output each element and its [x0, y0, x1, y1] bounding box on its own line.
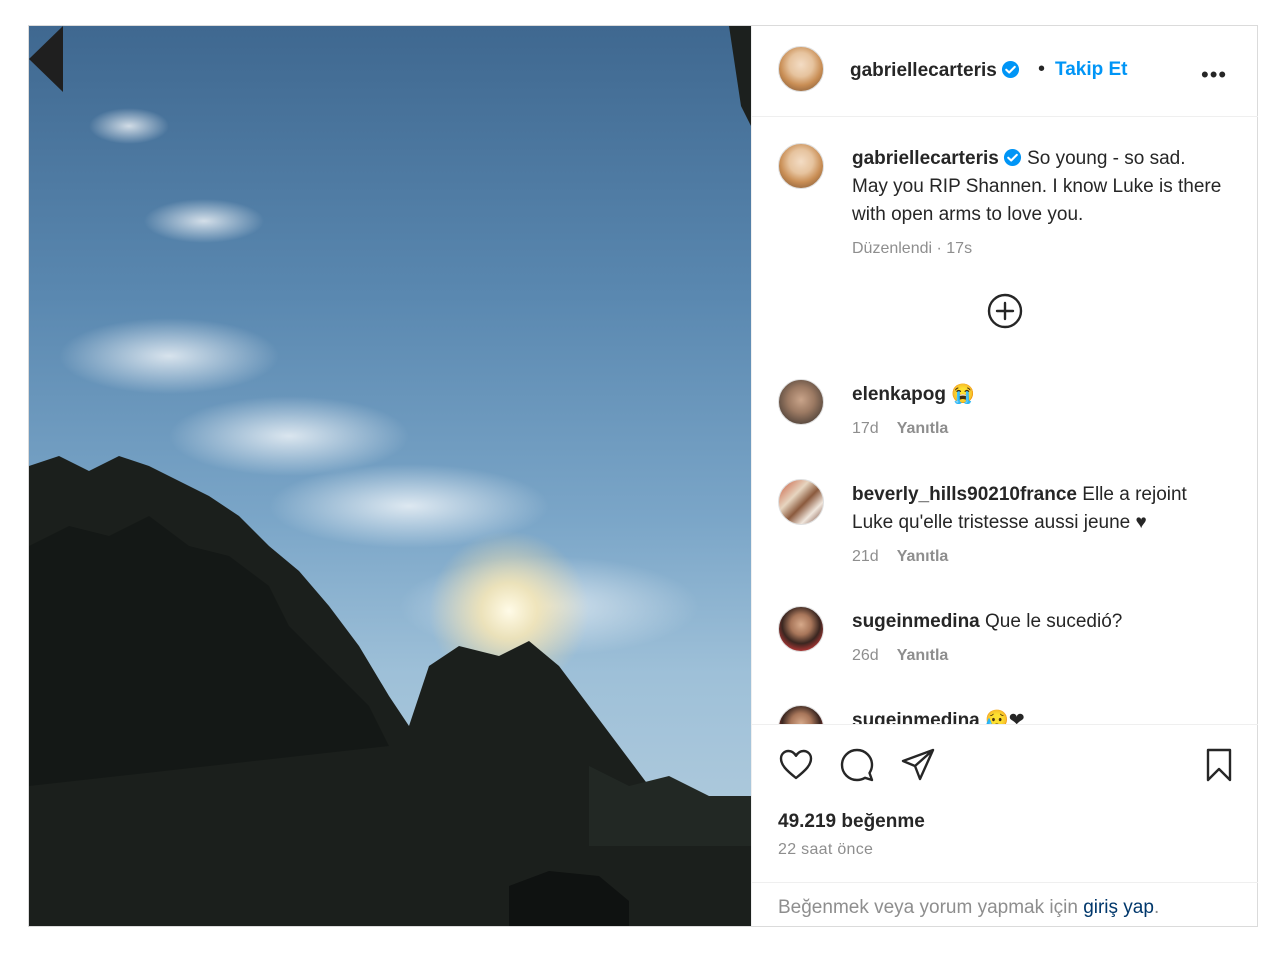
- post-header: gabriellecarteris • Takip Et •••: [752, 26, 1258, 117]
- follow-button[interactable]: Takip Et: [1055, 59, 1128, 81]
- more-options-icon[interactable]: •••: [1201, 62, 1227, 88]
- caption-author-avatar[interactable]: [778, 143, 824, 189]
- comments-section: gabriellecarteris So young - so sad. May…: [752, 117, 1258, 724]
- post-caption: gabriellecarteris So young - so sad. May…: [852, 145, 1222, 263]
- post-time-ago: 22 saat önce: [778, 841, 874, 858]
- comment-text: Que le sucedió?: [985, 611, 1123, 632]
- commenter-username[interactable]: elenkapog: [852, 384, 946, 405]
- commenter-username[interactable]: sugeinmedina: [852, 611, 980, 632]
- comment-meta: 21d Yanıtla: [852, 543, 1222, 571]
- post-side-panel: gabriellecarteris • Takip Et ••• gabriel…: [751, 26, 1258, 926]
- instagram-post: gabriellecarteris • Takip Et ••• gabriel…: [28, 25, 1258, 927]
- comment-age: 21d: [852, 548, 879, 565]
- chevron-left-icon[interactable]: [29, 26, 63, 92]
- header-separator: •: [1038, 58, 1046, 80]
- author-username[interactable]: gabriellecarteris: [850, 60, 997, 81]
- reply-button[interactable]: Yanıtla: [897, 647, 949, 664]
- commenter-avatar[interactable]: [778, 479, 824, 525]
- reply-button[interactable]: Yanıtla: [897, 548, 949, 565]
- comment-body: sugeinmedina 😥❤: [852, 707, 1222, 724]
- commenter-username[interactable]: sugeinmedina: [852, 710, 980, 724]
- commenter-avatar[interactable]: [778, 705, 824, 724]
- commenter-avatar[interactable]: [778, 606, 824, 652]
- author-avatar[interactable]: [778, 46, 824, 92]
- comment-meta: 26d Yanıtla: [852, 642, 1222, 670]
- plus-circle-icon[interactable]: [987, 293, 1023, 329]
- comment-text: 😥❤: [985, 710, 1025, 724]
- verified-badge-icon: [1003, 148, 1021, 167]
- login-prompt: Beğenmek veya yorum yapmak için giriş ya…: [778, 897, 1159, 919]
- author-username-container[interactable]: gabriellecarteris: [850, 60, 1020, 82]
- login-prompt-suffix: .: [1153, 897, 1160, 918]
- commenter-avatar[interactable]: [778, 379, 824, 425]
- comment-meta: 17d Yanıtla: [852, 415, 1222, 443]
- reply-button[interactable]: Yanıtla: [897, 420, 949, 437]
- comment-age: 17d: [852, 420, 879, 437]
- login-link[interactable]: giriş yap: [1083, 897, 1154, 918]
- comment-text: 😭: [951, 384, 975, 405]
- comment-body: elenkapog 😭 17d Yanıtla: [852, 381, 1222, 443]
- login-prompt-prefix: Beğenmek veya yorum yapmak için: [778, 897, 1084, 918]
- heart-outline-icon[interactable]: [778, 747, 814, 783]
- comment-body: sugeinmedina Que le sucedió? 26d Yanıtla: [852, 608, 1222, 670]
- paper-plane-icon[interactable]: [900, 747, 936, 783]
- bookmark-icon[interactable]: [1201, 747, 1237, 783]
- comment-age: 26d: [852, 647, 879, 664]
- post-actions: 49.219 beğenme 22 saat önce: [752, 724, 1258, 883]
- caption-author-username[interactable]: gabriellecarteris: [852, 148, 999, 169]
- comment-body: beverly_hills90210france Elle a rejoint …: [852, 481, 1222, 571]
- post-photo[interactable]: [29, 26, 751, 926]
- caption-meta: Düzenlendi · 17s: [852, 240, 973, 257]
- sky-trees-photo: [29, 26, 751, 926]
- login-prompt-bar: Beğenmek veya yorum yapmak için giriş ya…: [752, 882, 1258, 927]
- speech-bubble-icon[interactable]: [839, 747, 875, 783]
- verified-badge-icon: [1001, 60, 1019, 79]
- likes-count[interactable]: 49.219 beğenme: [778, 811, 925, 833]
- commenter-username[interactable]: beverly_hills90210france: [852, 484, 1077, 505]
